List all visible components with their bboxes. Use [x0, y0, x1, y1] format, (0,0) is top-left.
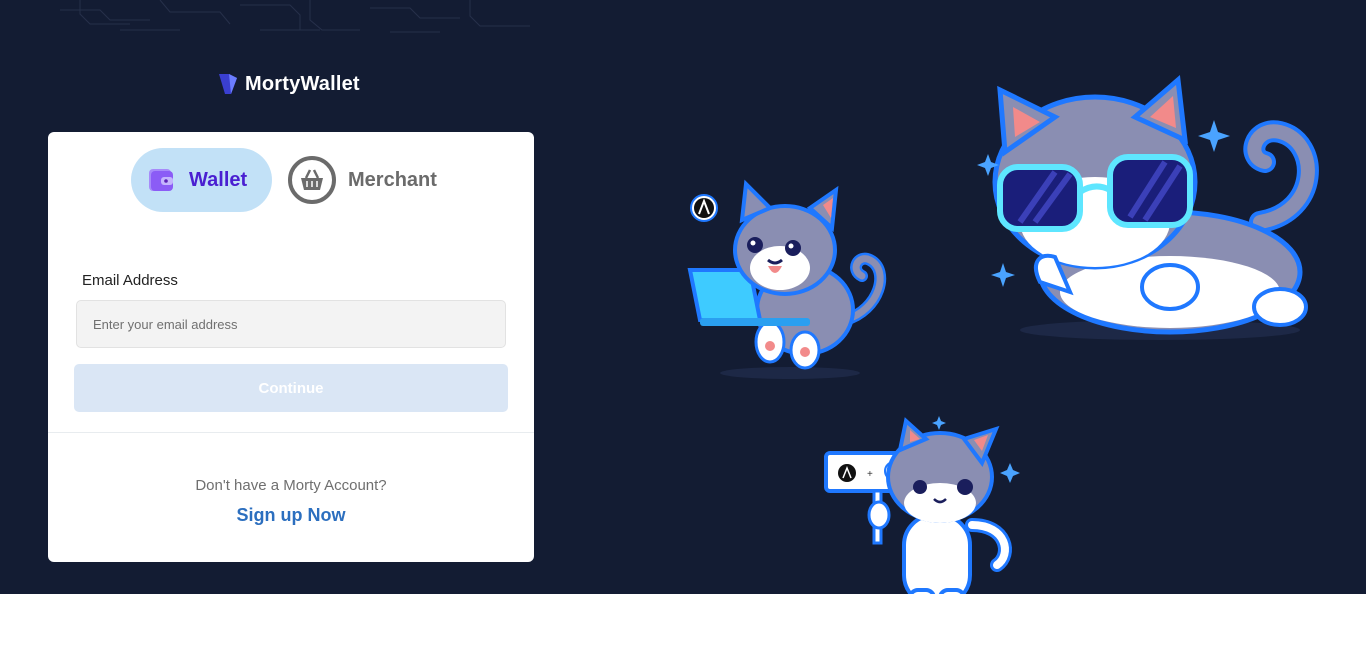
- brand-logo[interactable]: MortyWallet: [217, 72, 360, 96]
- signup-link[interactable]: Sign up Now: [48, 505, 534, 526]
- cat-with-laptop-illustration: [687, 179, 887, 379]
- email-label: Email Address: [82, 272, 178, 289]
- divider: [48, 432, 534, 433]
- tab-merchant-label: Merchant: [348, 168, 437, 191]
- cat-with-sunglasses-illustration: [977, 75, 1319, 340]
- morty-logo-icon: [219, 74, 237, 94]
- tab-merchant[interactable]: Merchant: [288, 148, 453, 212]
- svg-text:+: +: [867, 469, 873, 480]
- continue-button[interactable]: Continue: [74, 364, 508, 412]
- brand-name: MortyWallet: [245, 72, 360, 95]
- basket-icon: [288, 156, 336, 204]
- signup-question: Don't have a Morty Account?: [195, 477, 387, 494]
- cat-holding-sign-illustration: +: [824, 416, 1020, 594]
- hero-background: MortyWallet Wallet Merchant Email Addres…: [0, 0, 1366, 594]
- wallet-icon: [149, 169, 173, 191]
- email-field[interactable]: [76, 300, 506, 348]
- login-card: Wallet Merchant Email Address Continue D…: [48, 132, 534, 562]
- account-type-tabs: Wallet Merchant: [131, 148, 453, 212]
- circuit-pattern: [60, 0, 530, 33]
- tab-wallet[interactable]: Wallet: [131, 148, 272, 212]
- tab-wallet-label: Wallet: [189, 168, 248, 191]
